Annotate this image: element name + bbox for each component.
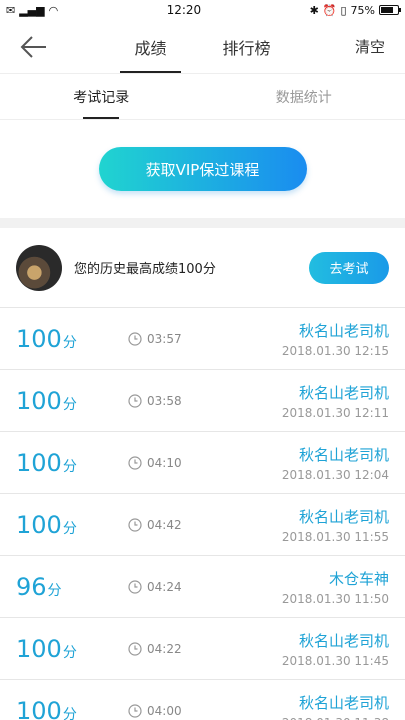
record-meta: 秋名山老司机 2018.01.30 11:55 (248, 506, 389, 544)
battery-percent: 75% (350, 3, 375, 17)
nav-tabs: 成绩 排行榜 (120, 20, 284, 73)
tab-scores[interactable]: 成绩 (120, 20, 181, 73)
clock-icon (128, 393, 142, 408)
record-score: 100 分 (16, 325, 128, 353)
score-value: 100 (16, 696, 62, 720)
score-unit: 分 (62, 644, 77, 661)
record-user-name: 秋名山老司机 (298, 507, 389, 526)
score-unit: 分 (62, 520, 77, 537)
subtab-statistics[interactable]: 数据统计 (203, 74, 405, 119)
record-user-name: 秋名山老司机 (298, 445, 389, 464)
record-duration: 04:22 (128, 642, 248, 656)
record-score: 100 分 (16, 449, 128, 477)
clock-icon (128, 331, 142, 346)
record-meta: 秋名山老司机 2018.01.30 11:38 (248, 692, 389, 720)
clock-icon (128, 641, 142, 656)
signal-icon: ▂▄▆ (19, 3, 45, 17)
clock-icon (128, 579, 142, 594)
record-meta: 秋名山老司机 2018.01.30 12:11 (248, 382, 389, 420)
record-row[interactable]: 100 分 04:22 秋名山老司机 2018.01.30 11:45 (0, 618, 405, 680)
duration-text: 03:57 (147, 331, 182, 346)
record-user-name: 秋名山老司机 (298, 383, 389, 402)
alarm-icon: ⏰ (322, 3, 337, 17)
score-value: 100 (16, 324, 62, 353)
record-row[interactable]: 96 分 04:24 木仓车神 2018.01.30 11:50 (0, 556, 405, 618)
score-unit: 分 (62, 396, 77, 413)
score-unit: 分 (62, 458, 77, 475)
subtab-exam-records[interactable]: 考试记录 (0, 74, 203, 119)
vibrate-icon: ▯ (340, 3, 347, 17)
nav-bar: 成绩 排行榜 清空 (0, 20, 405, 74)
duration-text: 04:10 (147, 455, 182, 470)
record-duration: 04:10 (128, 456, 248, 470)
record-score: 100 分 (16, 511, 128, 539)
section-divider (0, 218, 405, 228)
score-value: 100 (16, 510, 62, 539)
record-duration: 03:57 (128, 332, 248, 346)
best-score-text: 您的历史最高成绩100分 (74, 262, 216, 277)
score-unit: 分 (62, 334, 77, 351)
score-value: 100 (16, 634, 62, 663)
record-score: 96 分 (16, 573, 128, 601)
status-bar: ✉ ▂▄▆ ◠ 12:20 ✱ ⏰ ▯ 75% (0, 0, 405, 20)
record-user-name: 秋名山老司机 (298, 631, 389, 650)
duration-text: 04:42 (147, 517, 182, 532)
record-date: 2018.01.30 11:45 (281, 653, 389, 668)
duration-text: 04:24 (147, 579, 182, 594)
record-date: 2018.01.30 11:50 (281, 591, 389, 606)
record-date: 2018.01.30 12:04 (281, 467, 389, 482)
clear-button[interactable]: 清空 (355, 20, 385, 73)
back-arrow-icon[interactable] (18, 34, 48, 60)
duration-text: 03:58 (147, 393, 182, 408)
avatar (16, 244, 62, 291)
record-score: 100 分 (16, 387, 128, 415)
vip-course-button[interactable]: 获取VIP保过课程 (98, 147, 307, 191)
vip-section: 获取VIP保过课程 (0, 120, 405, 218)
record-duration: 04:24 (128, 580, 248, 594)
wifi-icon: ◠ (48, 3, 59, 17)
record-user-name: 秋名山老司机 (298, 321, 389, 340)
record-date: 2018.01.30 11:38 (248, 716, 389, 720)
sub-tabs: 考试记录 数据统计 (0, 74, 405, 120)
clock-icon (128, 517, 142, 532)
notification-icon: ✉ (6, 3, 16, 17)
status-time: 12:20 (166, 3, 202, 17)
record-duration: 04:42 (128, 518, 248, 532)
record-duration: 04:00 (128, 704, 248, 718)
score-unit: 分 (62, 706, 77, 720)
score-unit: 分 (47, 582, 62, 599)
score-value: 100 (16, 448, 62, 477)
clock-icon (128, 703, 142, 718)
record-user-name: 秋名山老司机 (298, 693, 389, 712)
best-score-row: 您的历史最高成绩100分 去考试 (0, 228, 405, 308)
record-user-name: 木仓车神 (328, 569, 389, 588)
record-row[interactable]: 100 分 03:57 秋名山老司机 2018.01.30 12:15 (0, 308, 405, 370)
record-meta: 秋名山老司机 2018.01.30 11:45 (248, 630, 389, 668)
tab-ranking[interactable]: 排行榜 (209, 20, 285, 73)
record-date: 2018.01.30 11:55 (281, 529, 389, 544)
record-date: 2018.01.30 12:15 (281, 343, 389, 358)
duration-text: 04:00 (147, 703, 182, 718)
battery-icon (379, 5, 401, 15)
record-score: 100 分 (16, 635, 128, 663)
take-exam-button[interactable]: 去考试 (309, 251, 389, 284)
record-duration: 03:58 (128, 394, 248, 408)
record-row[interactable]: 100 分 04:42 秋名山老司机 2018.01.30 11:55 (0, 494, 405, 556)
record-row[interactable]: 100分 04:00 秋名山老司机 2018.01.30 11:38 (0, 680, 405, 720)
record-meta: 木仓车神 2018.01.30 11:50 (248, 568, 389, 606)
record-list: 100 分 03:57 秋名山老司机 2018.01.30 12:15 100 分 … (0, 308, 405, 720)
record-meta: 秋名山老司机 2018.01.30 12:15 (248, 320, 389, 358)
record-score: 100 分 (16, 697, 128, 720)
duration-text: 04:22 (147, 641, 182, 656)
record-row[interactable]: 100 分 04:10 秋名山老司机 2018.01.30 12:04 (0, 432, 405, 494)
bluetooth-icon: ✱ (309, 3, 319, 17)
clock-icon (128, 455, 142, 470)
score-value: 100 (16, 386, 62, 415)
record-meta: 秋名山老司机 2018.01.30 12:04 (248, 444, 389, 482)
score-value: 96 (16, 572, 47, 601)
record-date: 2018.01.30 12:11 (281, 405, 389, 420)
record-row[interactable]: 100 分 03:58 秋名山老司机 2018.01.30 12:11 (0, 370, 405, 432)
